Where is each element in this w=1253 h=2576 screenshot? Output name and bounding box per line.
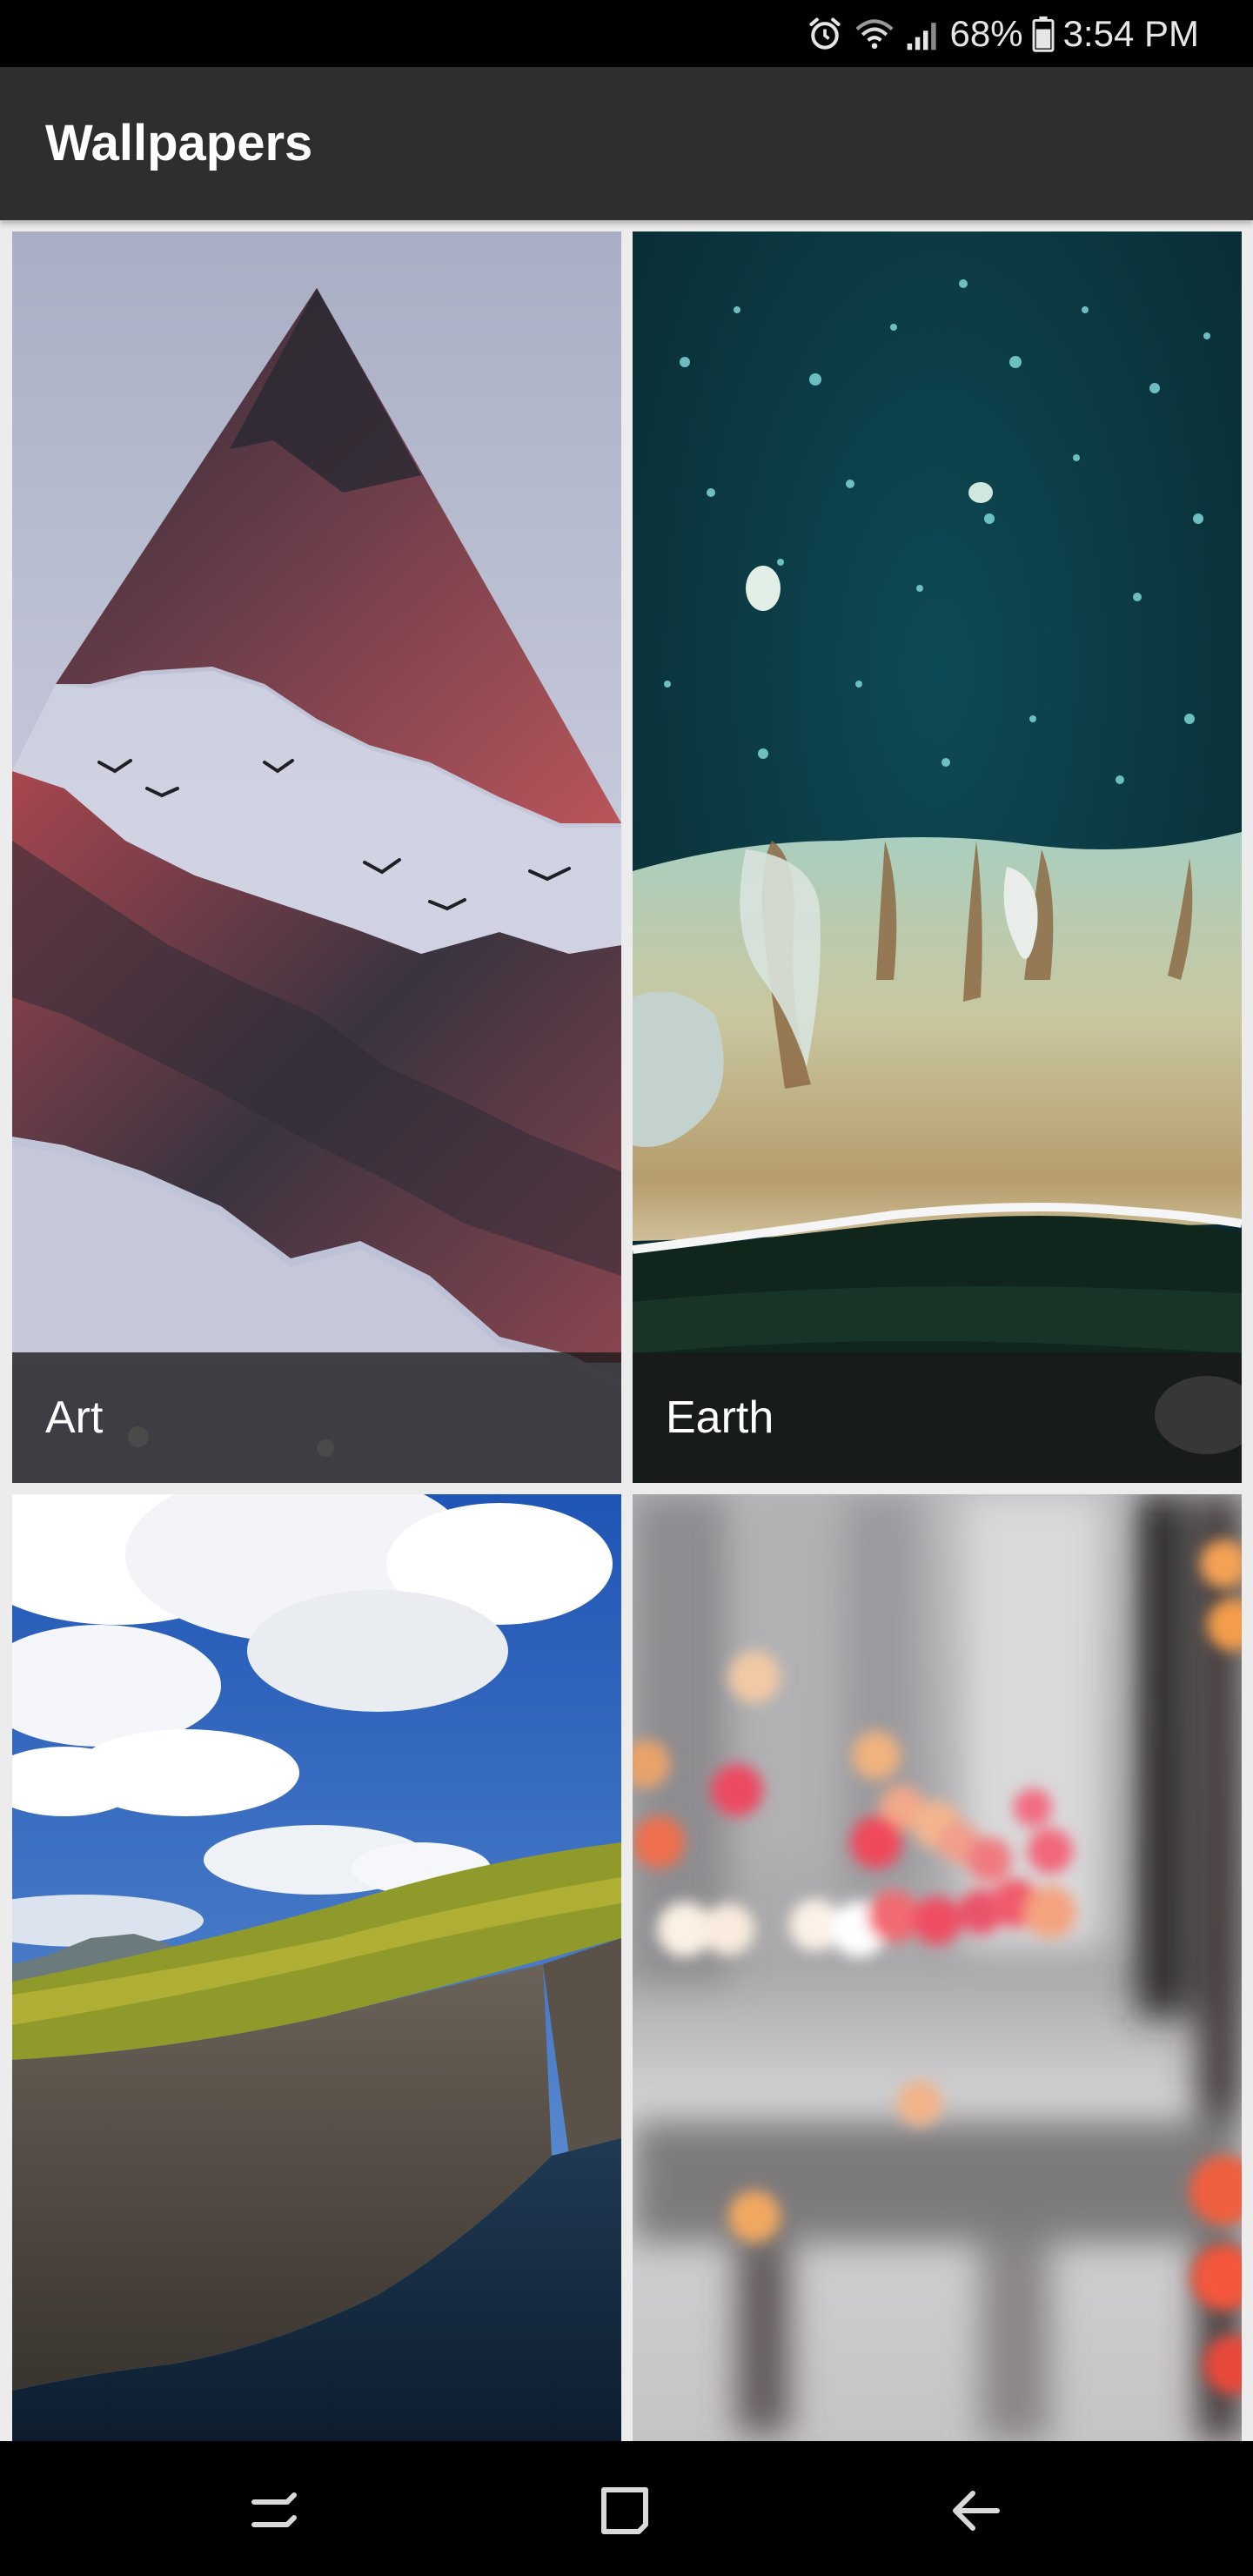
category-tile-city[interactable] (633, 1494, 1242, 2441)
wallpapers-screen: 68% 3:54 PM Wallpapers Art Earth (0, 0, 1253, 2576)
earth-wallpaper-image (633, 231, 1242, 1483)
landscape-wallpaper-image (12, 1494, 621, 2441)
back-icon[interactable] (941, 2476, 1011, 2546)
navigation-bar (0, 2441, 1253, 2576)
category-label-earth: Earth (666, 1392, 774, 1443)
city-wallpaper-image (633, 1494, 1242, 2441)
category-tile-earth[interactable]: Earth (633, 231, 1242, 1483)
art-wallpaper-image (12, 231, 621, 1483)
tile-caption: Art (12, 1352, 621, 1483)
status-bar: 68% 3:54 PM (0, 0, 1253, 67)
app-bar: Wallpapers (0, 67, 1253, 220)
alarm-icon (806, 15, 844, 53)
recents-icon[interactable] (238, 2476, 308, 2546)
status-indicators: 68% 3:54 PM (806, 0, 1199, 67)
category-label-art: Art (45, 1392, 104, 1443)
category-tile-landscape[interactable] (12, 1494, 621, 2441)
signal-icon (905, 15, 941, 53)
tile-caption: Earth (633, 1352, 1242, 1483)
wallpaper-category-grid: Art Earth (0, 220, 1253, 2441)
battery-icon (1032, 15, 1055, 53)
clock-time: 3:54 PM (1062, 12, 1199, 54)
category-tile-art[interactable]: Art (12, 231, 621, 1483)
wifi-icon (853, 15, 896, 53)
page-title: Wallpapers (45, 115, 313, 171)
battery-percentage: 68% (949, 12, 1023, 54)
home-icon[interactable] (590, 2476, 660, 2546)
